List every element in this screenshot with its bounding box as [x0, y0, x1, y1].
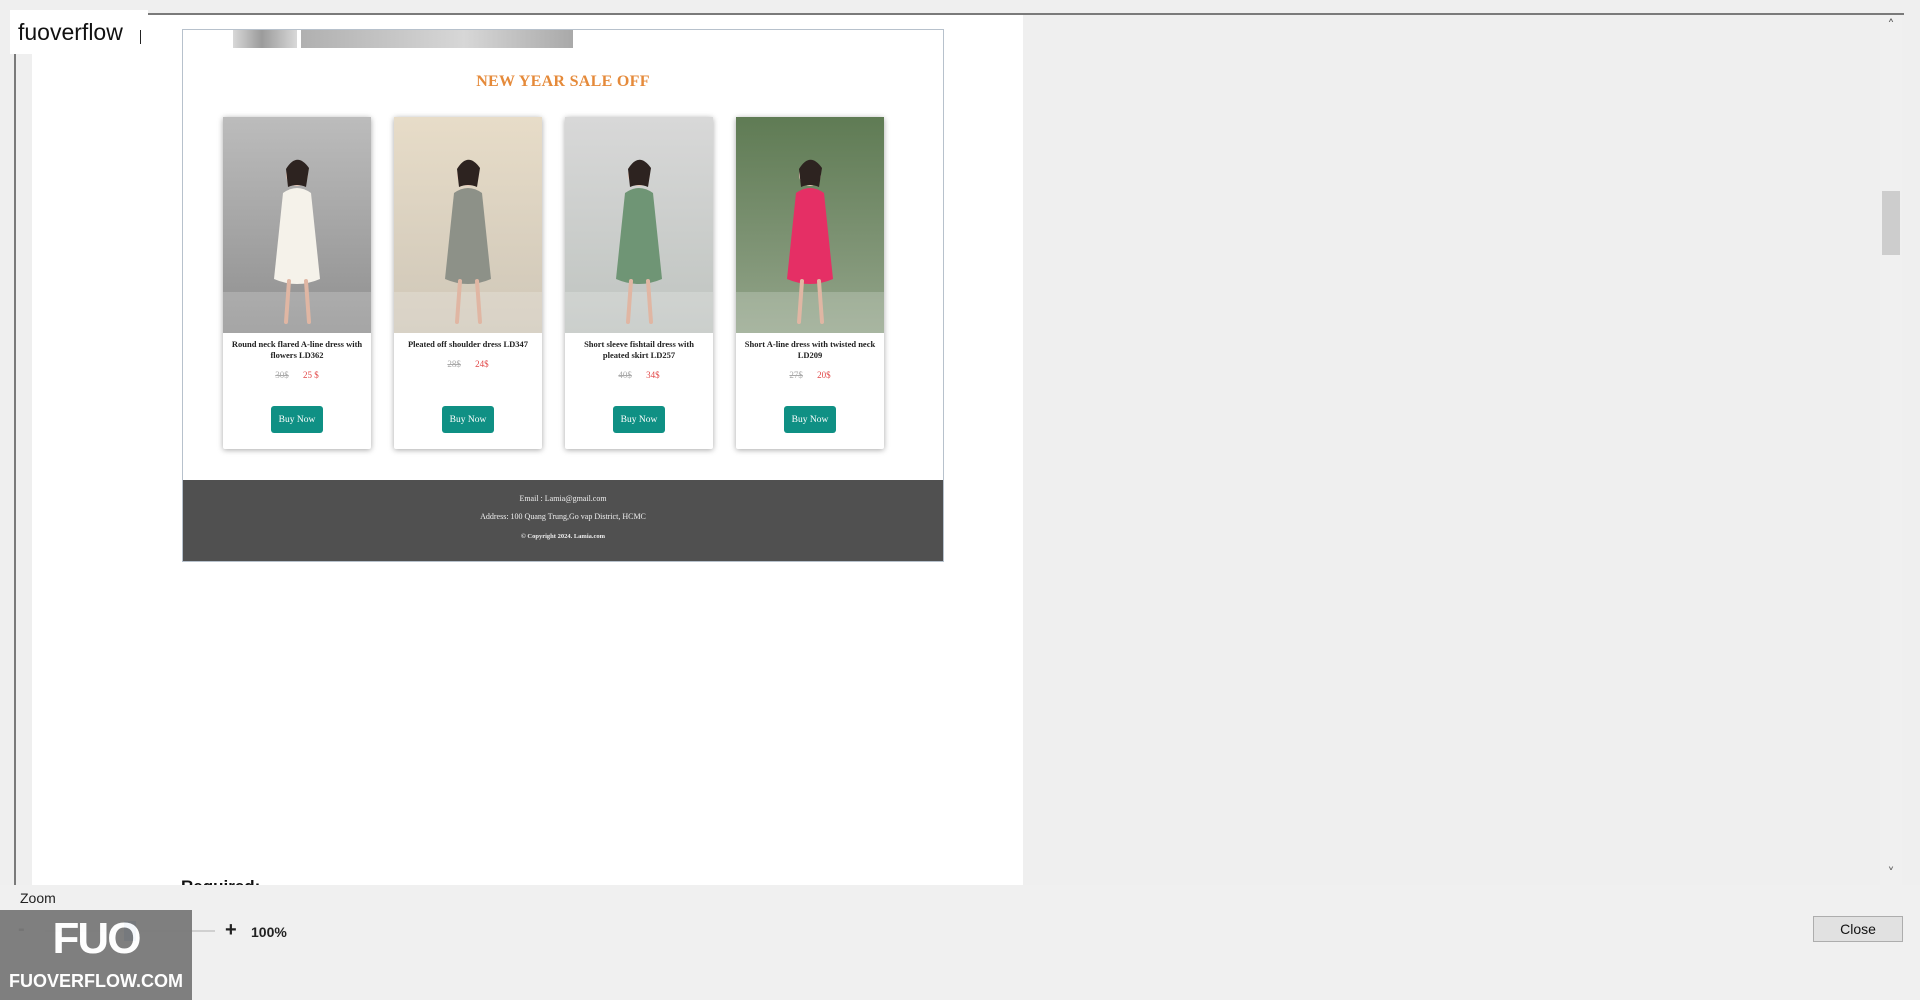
price-row: 40$ 34$ [565, 370, 713, 380]
sale-price: 24$ [475, 359, 489, 369]
product-image [394, 117, 542, 333]
logo-mark: FUO [52, 914, 142, 963]
zoom-in-button[interactable]: + [225, 919, 237, 942]
product-image [223, 117, 371, 333]
product-card: Short sleeve fishtail dress with pleated… [565, 117, 713, 449]
preview-header-photos [233, 30, 573, 48]
product-name: Round neck flared A-line dress with flow… [231, 339, 363, 360]
app-title: fuoverflow [10, 10, 148, 54]
chevron-down-icon[interactable]: ˅ [1880, 863, 1902, 885]
product-name: Short sleeve fishtail dress with pleated… [584, 339, 694, 360]
price-row: 27$ 20$ [736, 370, 884, 380]
product-card: Round neck flared A-line dress with flow… [223, 117, 371, 449]
product-grid: Round neck flared A-line dress with flow… [223, 117, 884, 449]
text-caret [140, 30, 141, 44]
viewer-border-left [14, 50, 16, 885]
old-price: 40$ [618, 370, 632, 380]
preview-footer: Email : Lamia@gmail.com Address: 100 Qua… [183, 480, 943, 561]
webpage-preview-image: NEW YEAR SALE OFF Round neck flared A-li… [182, 29, 944, 562]
footer-address: Address: 100 Quang Trung,Go vap District… [480, 512, 646, 521]
document-sheet: NEW YEAR SALE OFF Round neck flared A-li… [32, 15, 1023, 896]
chevron-up-icon[interactable]: ˄ [1880, 15, 1902, 37]
document-viewer: NEW YEAR SALE OFF Round neck flared A-li… [0, 0, 1920, 896]
sale-price: 20$ [817, 370, 831, 380]
sale-price: 34$ [646, 370, 660, 380]
buy-now-button: Buy Now [784, 406, 836, 433]
price-row: 30$ 25 $ [223, 370, 371, 380]
old-price: 30$ [275, 370, 289, 380]
preview-photo-strip [233, 30, 297, 48]
price-row: 28$ 24$ [394, 359, 542, 369]
old-price: 27$ [789, 370, 803, 380]
preview-photo-strip [301, 30, 573, 48]
sale-price: 25 $ [303, 370, 319, 380]
vertical-scrollbar[interactable]: ˄ ˅ [1880, 15, 1902, 885]
bottom-panel: Zoom - + 100% Close [0, 885, 1920, 1000]
product-image [565, 117, 713, 333]
buy-now-button: Buy Now [613, 406, 665, 433]
logo-text: FUOVERFLOW.COM [9, 971, 183, 991]
sale-title: NEW YEAR SALE OFF [476, 73, 650, 90]
close-button[interactable]: Close [1813, 916, 1903, 942]
footer-copyright: © Copyright 2024. Lamia.com [520, 533, 606, 540]
product-card: Pleated off shoulder dress LD347 28$ 24$… [394, 117, 542, 449]
product-name: Short A-line dress with twisted neck LD2… [744, 339, 876, 360]
zoom-label: Zoom [20, 890, 56, 906]
buy-now-button: Buy Now [442, 406, 494, 433]
scroll-thumb[interactable] [1882, 191, 1900, 255]
product-name: Pleated off shoulder dress LD347 [407, 339, 529, 349]
footer-email: Email : Lamia@gmail.com [519, 494, 607, 503]
fuoverflow-logo: FUO FUOVERFLOW.COM [0, 910, 192, 1000]
old-price: 28$ [447, 359, 461, 369]
product-image [736, 117, 884, 333]
zoom-value: 100% [251, 924, 287, 940]
buy-now-button: Buy Now [271, 406, 323, 433]
product-card: Short A-line dress with twisted neck LD2… [736, 117, 884, 449]
